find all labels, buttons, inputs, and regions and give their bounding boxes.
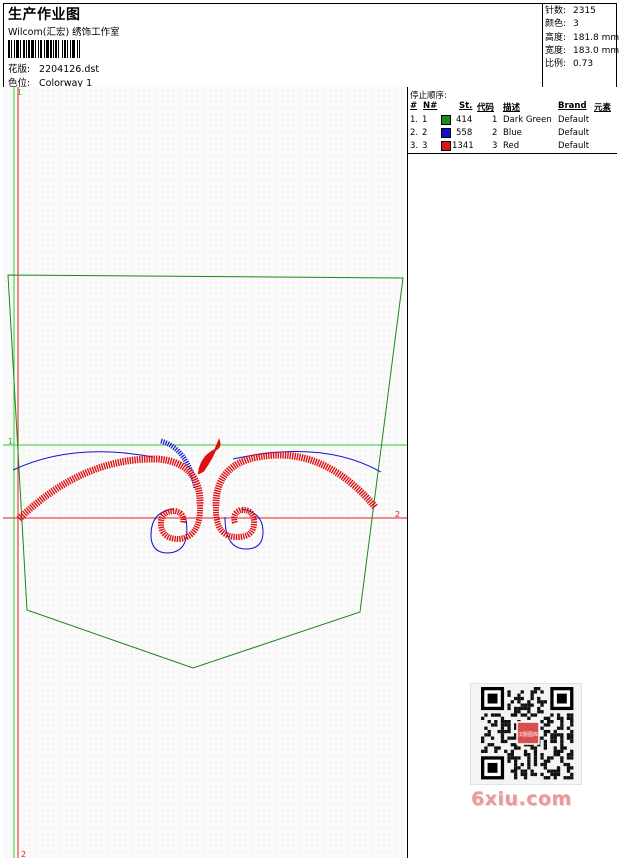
width-value: 183.0 mm [573,45,620,56]
qr-code-image: 汉服图库 [470,683,582,785]
header-description: 描述 [503,103,521,113]
thread-stop: 1. [410,115,419,125]
marker-bottom-2: 2 [21,850,26,858]
panel-divider [408,153,617,154]
thread-color-swatch [441,115,451,125]
thread-color-swatch [441,141,451,151]
thread-brand: Default [558,115,590,125]
watermark-text: 6xiu.com [471,788,572,810]
stitch-count-label: 针数: [545,6,567,16]
thread-number: 1 [422,115,428,125]
red-arc-right [212,451,378,510]
stitch-count-row: 针数: 2315 [545,5,617,18]
sequence-title: 停止顺序: [410,91,447,101]
thread-description: Red [503,141,520,151]
header-brand: Brand [558,101,587,111]
blue-arc-left [12,451,154,471]
color-count-label: 颜色: [545,19,567,30]
stats-box: 针数: 2315 颜色: 3 高度: 181.8 mm 宽度: 183.0 mm 比例:… [542,3,620,88]
marker-left-1: 1 [8,437,13,446]
design-label: 花版: [8,64,31,75]
red-arc-left [16,455,204,522]
scale-row: 比例: 0.73 [545,58,617,71]
height-label: 高度: [545,32,567,43]
sheet-title: 生产作业图 [8,7,81,23]
marker-top-1: 1 [17,88,22,97]
embroidery-preview: 1 1 2 2 [3,87,407,858]
header-element: 元素 [594,103,612,113]
thread-color-swatch [441,128,451,138]
blue-leaf [160,438,199,490]
thread-brand: Default [558,141,590,151]
scale-value: 0.73 [573,59,594,70]
blue-curl-right [224,508,264,550]
thread-stitches: 558 [456,128,473,138]
width-row: 宽度: 183.0 mm [545,45,620,58]
thread-stitches: 1341 [452,141,474,151]
scale-label: 比例: [545,59,567,70]
thread-stop: 2. [410,128,419,138]
stitch-count-value: 2315 [573,6,596,16]
thread-brand: Default [558,128,590,138]
header-code: 代码 [477,103,495,113]
thread-stitches: 414 [456,115,473,125]
header-hash: # [410,101,418,111]
color-count-value: 3 [573,19,579,30]
thread-code: 2 [492,128,498,138]
barcode-image [8,40,80,58]
color-count-row: 颜色: 3 [545,18,617,31]
thread-row: 1. 1 414 1 Dark Green Default [408,114,617,127]
thread-number: 2 [422,128,428,138]
thread-stop: 3. [410,141,419,151]
thread-row: 2. 2 558 2 Blue Default [408,127,617,140]
thread-code: 3 [492,141,498,151]
thread-number: 3 [422,141,428,151]
thread-row: 3. 3 1341 3 Red Default [408,140,617,153]
red-flame [197,438,221,475]
red-curl-right [212,506,258,541]
width-label: 宽度: [545,45,567,56]
pocket-outline [7,274,404,669]
design-file-row: 花版: 2204126.dst [8,61,99,75]
thread-description: Blue [503,128,522,138]
height-row: 高度: 181.8 mm [545,32,620,45]
thread-description: Dark Green [503,115,552,125]
qr-badge-text: 汉服图库 [518,731,538,738]
height-value: 181.8 mm [573,32,620,43]
company-name: Wilcom(汇宏) 绣饰工作室 [8,27,120,38]
header-stitches: St. [459,101,473,111]
header-number: N# [423,101,438,111]
marker-right-2: 2 [395,510,400,519]
design-file-value: 2204126.dst [39,64,100,75]
thread-code: 1 [492,115,498,125]
design-canvas: 1 1 2 2 [3,87,408,858]
header: 生产作业图 Wilcom(汇宏) 绣饰工作室 花版: 2204126.dst 色… [3,3,620,89]
blue-arc-right [232,450,382,473]
